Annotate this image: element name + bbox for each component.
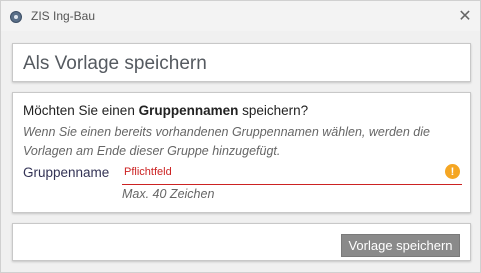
app-icon xyxy=(10,11,22,23)
group-name-label: Gruppenname xyxy=(23,165,110,180)
title-bar[interactable]: ZIS Ing-Bau ✕ xyxy=(1,1,480,31)
form-panel: Möchten Sie einen Gruppennamen speichern… xyxy=(12,92,471,213)
header-panel: Als Vorlage speichern xyxy=(12,43,471,82)
question-bold: Gruppennamen xyxy=(138,103,239,118)
save-template-button[interactable]: Vorlage speichern xyxy=(341,234,460,257)
footer-panel: Vorlage speichern xyxy=(12,223,471,261)
group-name-field-wrapper: ! xyxy=(122,161,462,185)
question-before: Möchten Sie einen xyxy=(23,103,139,118)
question-text: Möchten Sie einen Gruppennamen speichern… xyxy=(23,103,308,118)
group-name-input[interactable] xyxy=(122,161,438,183)
close-icon[interactable]: ✕ xyxy=(453,5,477,27)
hint-text: Wenn Sie einen bereits vorhandenen Grupp… xyxy=(23,125,430,158)
page-title: Als Vorlage speichern xyxy=(23,53,207,74)
dialog-window: ZIS Ing-Bau ✕ Als Vorlage speichern Möch… xyxy=(0,0,481,273)
field-helper-text: Max. 40 Zeichen xyxy=(122,187,215,201)
question-after: speichern? xyxy=(238,103,309,118)
window-title: ZIS Ing-Bau xyxy=(31,9,96,23)
warning-icon: ! xyxy=(445,164,460,179)
